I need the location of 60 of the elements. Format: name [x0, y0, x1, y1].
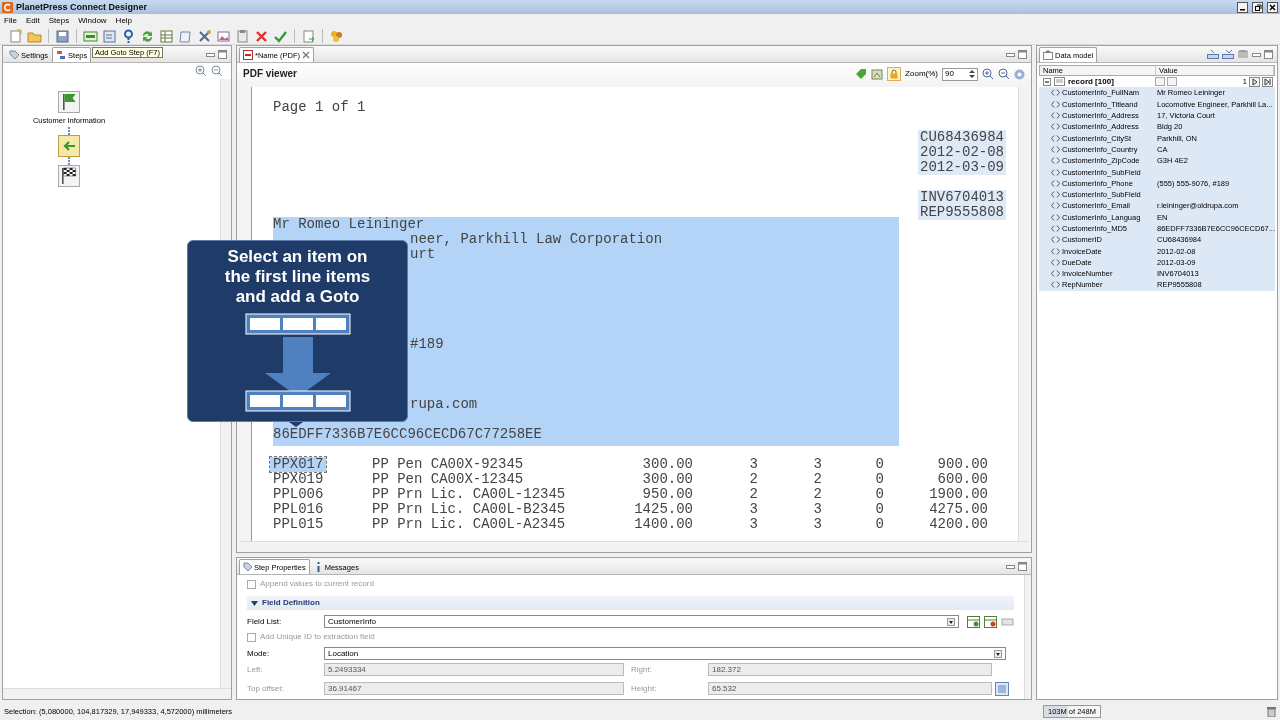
- document-text: REP9555808: [918, 205, 1006, 220]
- document-text: 86EDFF7336B7E6CC96CECD67C77258EE: [273, 427, 542, 442]
- document-text: 0: [874, 472, 884, 487]
- document-text: PP Prn Lic. CA00L-A2345: [372, 517, 567, 532]
- document-text: 300.00: [641, 472, 693, 487]
- checkbox-label: Add Unique ID to extraction field: [260, 632, 375, 642]
- document-text: 300.00: [641, 457, 693, 472]
- document-text: INV6704013: [918, 190, 1006, 205]
- field-label: Field List:: [247, 616, 283, 627]
- document-text: 2: [812, 472, 822, 487]
- document-text: 3: [748, 457, 758, 472]
- field-label: Top offset:: [247, 683, 285, 694]
- document-text: 2: [748, 487, 758, 502]
- document-text: 2012-02-08: [918, 145, 1006, 160]
- document-text: 3: [812, 517, 822, 532]
- document-text: 900.00: [936, 457, 988, 472]
- checkbox-label: Append values to current record: [260, 579, 374, 589]
- document-text: urt: [410, 247, 436, 262]
- document-text: Mr Romeo Leininger: [273, 217, 425, 232]
- document-text: PPX017: [270, 457, 327, 472]
- document-text: PP Pen CA00X-12345: [372, 472, 525, 487]
- document-text: 0: [874, 487, 884, 502]
- zoom-label: Zoom(%): [905, 69, 938, 79]
- document-text: #189: [410, 337, 444, 352]
- page-label: Page 1 of 1: [273, 100, 367, 115]
- document-text: 0: [874, 502, 884, 517]
- callout-text: Select an item on the first line items and add a Goto: [223, 247, 372, 307]
- document-text: 3: [748, 502, 758, 517]
- document-text: neer, Parkhill Law Corporation: [410, 232, 663, 247]
- document-text: PPL015: [273, 517, 325, 532]
- document-text: CU68436984: [918, 130, 1006, 145]
- document-text: PP Prn Lic. CA00L-B2345: [372, 502, 567, 517]
- document-text: 4275.00: [928, 502, 988, 517]
- document-text: PPL016: [273, 502, 325, 517]
- field-label: Right:: [631, 664, 653, 675]
- document-text: 1900.00: [928, 487, 988, 502]
- record-label: record [100]: [1068, 76, 1114, 87]
- document-text: 0: [874, 457, 884, 472]
- document-text: 3: [812, 457, 822, 472]
- document-text: 4200.00: [928, 517, 988, 532]
- document-text: 600.00: [936, 472, 988, 487]
- document-text: 0: [874, 517, 884, 532]
- field-label: Left:: [247, 664, 264, 675]
- document-text: PP Pen CA00X-92345: [372, 457, 525, 472]
- window-title: PlanetPress Connect Designer: [16, 1, 148, 13]
- document-text: 1425.00: [633, 502, 693, 517]
- document-text: PPX019: [273, 472, 325, 487]
- document-text: 3: [812, 502, 822, 517]
- document-text: 3: [748, 517, 758, 532]
- document-text: 2012-03-09: [918, 160, 1006, 175]
- document-text: 950.00: [641, 487, 693, 502]
- document-text: rupa.com: [410, 397, 478, 412]
- document-text: 1400.00: [633, 517, 693, 532]
- viewer-title: PDF viewer: [243, 68, 297, 80]
- field-label: Height:: [631, 683, 658, 694]
- document-text: PPL006: [273, 487, 325, 502]
- document-text: 2: [748, 472, 758, 487]
- document-text: PP Prn Lic. CA00L-12345: [372, 487, 567, 502]
- field-label: Mode:: [247, 648, 271, 659]
- document-text: 2: [812, 487, 822, 502]
